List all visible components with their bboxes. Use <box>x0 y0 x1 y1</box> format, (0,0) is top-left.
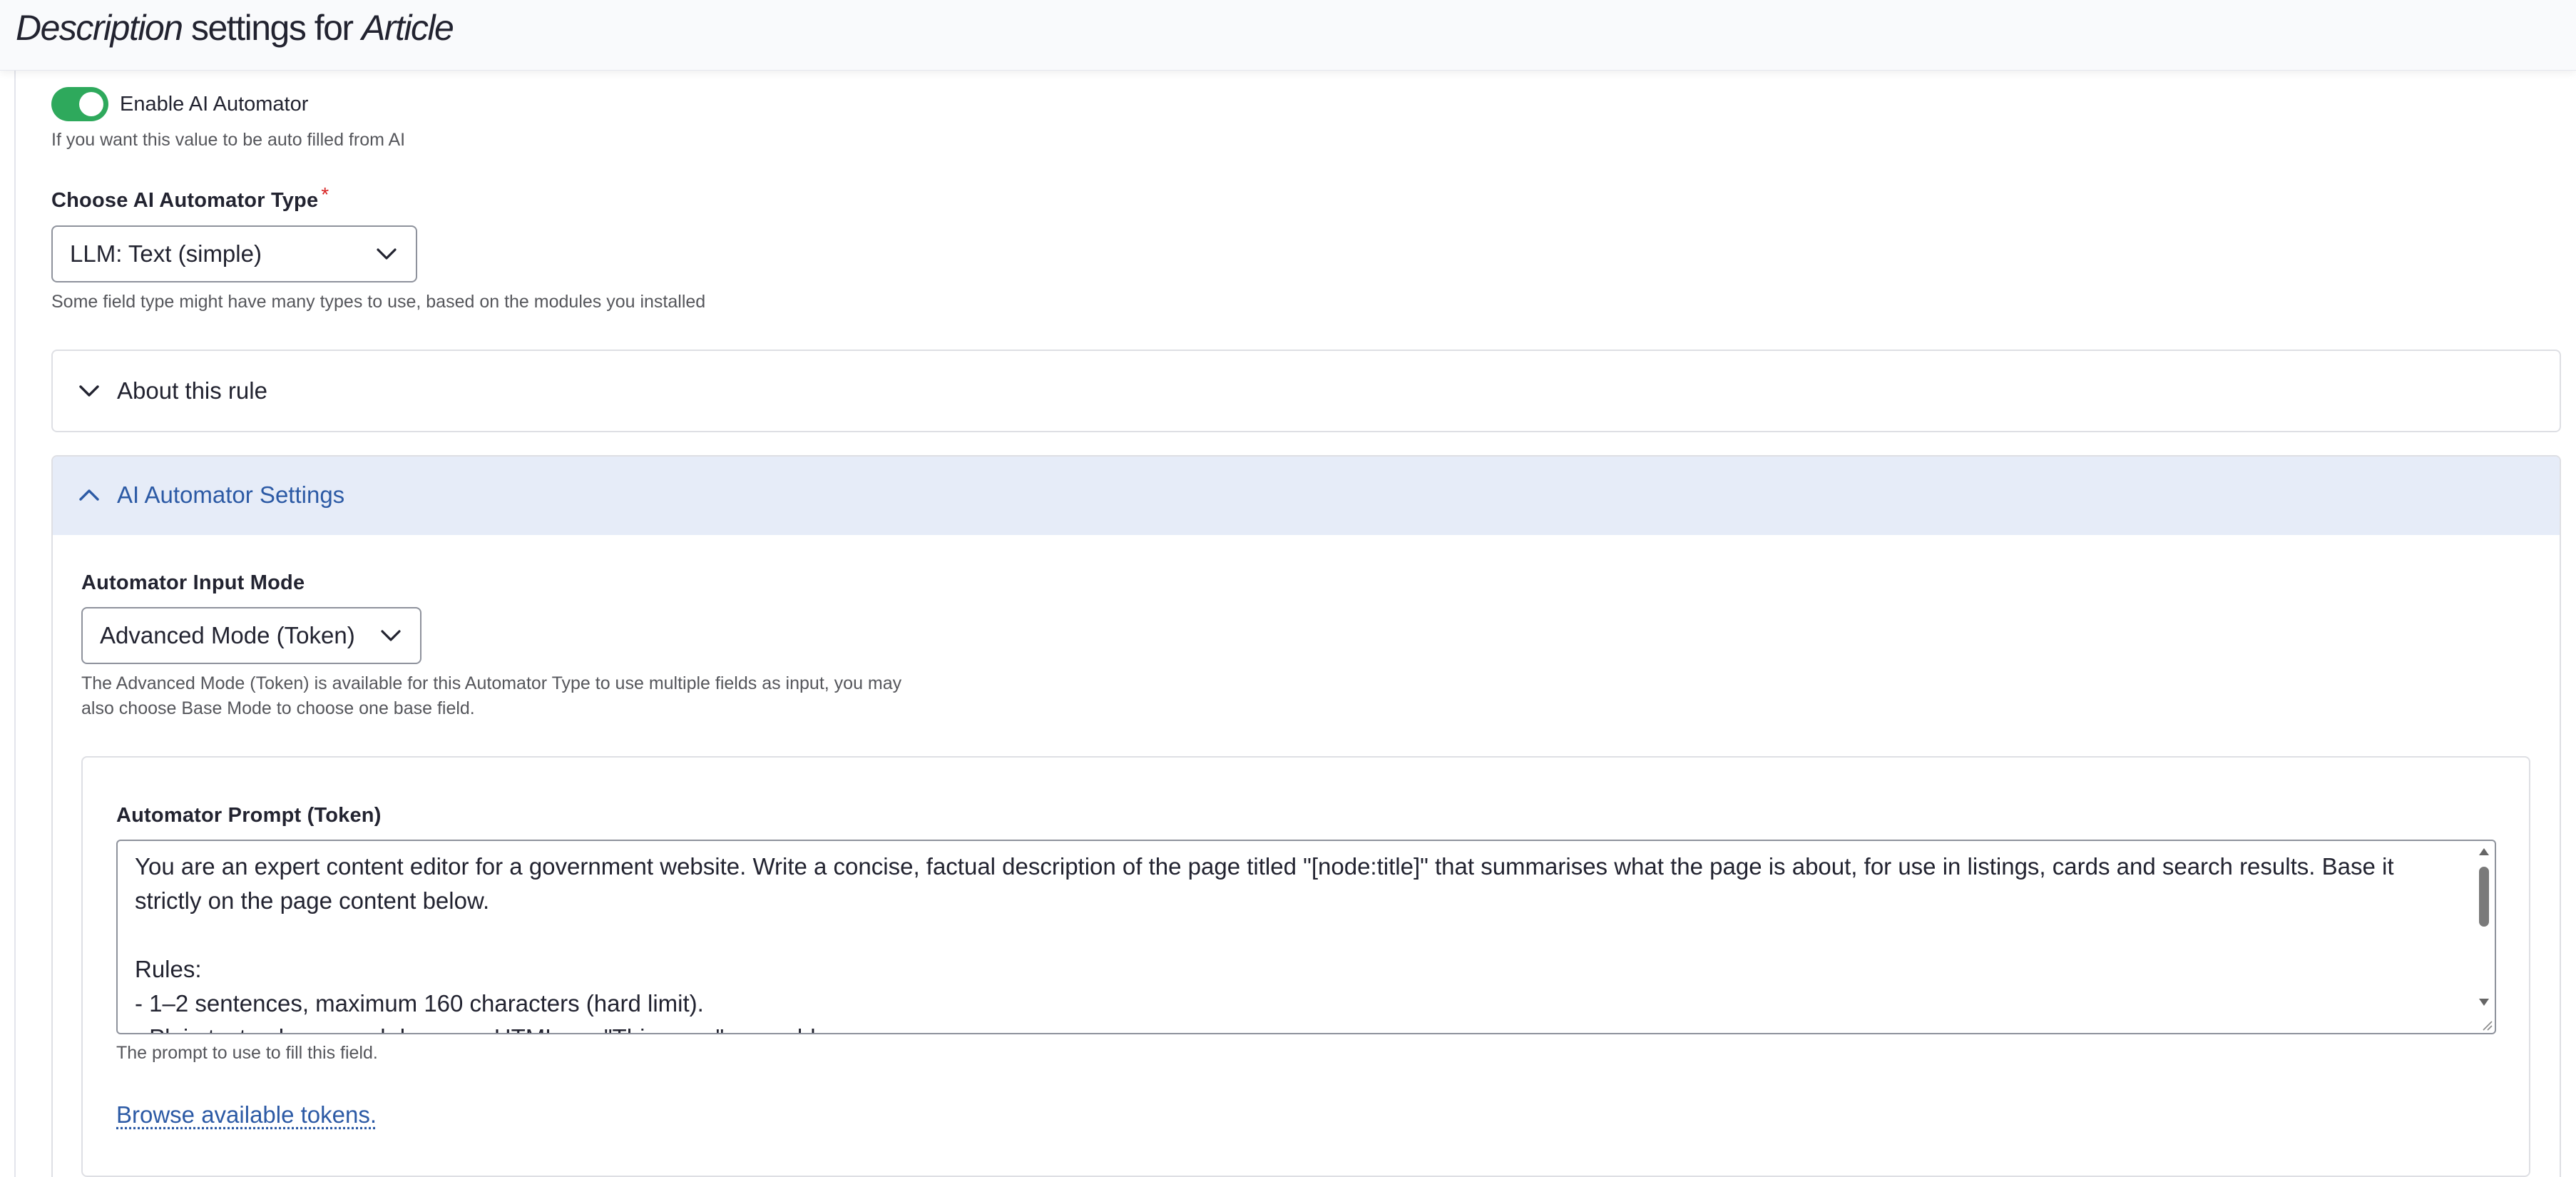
page-title-entity: Article <box>361 8 454 48</box>
settings-form: Enable AI Automator If you want this val… <box>0 0 2576 1177</box>
enable-ai-automator-toggle[interactable] <box>51 87 108 121</box>
enable-ai-automator-label[interactable]: Enable AI Automator <box>120 91 308 118</box>
enable-ai-automator-description: If you want this value to be auto filled… <box>51 130 406 150</box>
input-mode-description-line-1: The Advanced Mode (Token) is available f… <box>81 673 902 693</box>
ai-automator-settings-title: AI Automator Settings <box>117 482 345 508</box>
about-rule-title: About this rule <box>117 377 267 404</box>
ai-automator-settings-summary[interactable]: AI Automator Settings <box>53 457 2560 535</box>
about-rule-summary[interactable]: About this rule <box>53 351 2560 431</box>
automator-type-label: Choose AI Automator Type * <box>51 183 329 214</box>
page: Description settings for Article Enable … <box>0 0 2576 1177</box>
input-mode-label: Automator Input Mode <box>81 571 305 594</box>
prompt-label: Automator Prompt (Token) <box>116 804 382 827</box>
automator-type-value: LLM: Text (simple) <box>70 240 262 267</box>
scroll-up-arrow-icon[interactable] <box>2479 848 2489 855</box>
resize-handle-icon[interactable] <box>2480 1019 2493 1031</box>
prompt-scrollbar[interactable] <box>2475 842 2493 1031</box>
prompt-description: The prompt to use to fill this field. <box>116 1043 378 1063</box>
page-header: Description settings for Article <box>0 0 2576 71</box>
input-mode-value: Advanced Mode (Token) <box>100 622 355 648</box>
scroll-thumb[interactable] <box>2479 867 2489 927</box>
prompt-text: You are an expert content editor for a g… <box>135 853 2394 1033</box>
chevron-down-icon <box>381 630 401 641</box>
required-marker: * <box>321 183 329 205</box>
automator-type-label-text: Choose AI Automator Type <box>51 189 319 212</box>
scroll-down-arrow-icon[interactable] <box>2479 999 2489 1006</box>
chevron-up-icon <box>79 489 99 501</box>
chevron-down-icon <box>79 385 99 397</box>
page-title-field: Description <box>16 8 183 48</box>
prompt-textarea[interactable]: You are an expert content editor for a g… <box>116 840 2496 1034</box>
input-mode-select[interactable]: Advanced Mode (Token) <box>81 607 421 664</box>
about-rule-details: About this rule <box>51 350 2561 432</box>
automator-type-description: Some field type might have many types to… <box>51 292 706 312</box>
chevron-down-icon <box>377 248 397 260</box>
input-mode-description-line-2: also choose Base Mode to choose one base… <box>81 698 475 718</box>
page-title-middle: settings for <box>182 8 362 48</box>
page-title: Description settings for Article <box>16 4 454 51</box>
toggle-knob <box>79 92 103 116</box>
browse-tokens-link[interactable]: Browse available tokens. <box>116 1099 377 1131</box>
automator-type-select[interactable]: LLM: Text (simple) <box>51 225 417 282</box>
